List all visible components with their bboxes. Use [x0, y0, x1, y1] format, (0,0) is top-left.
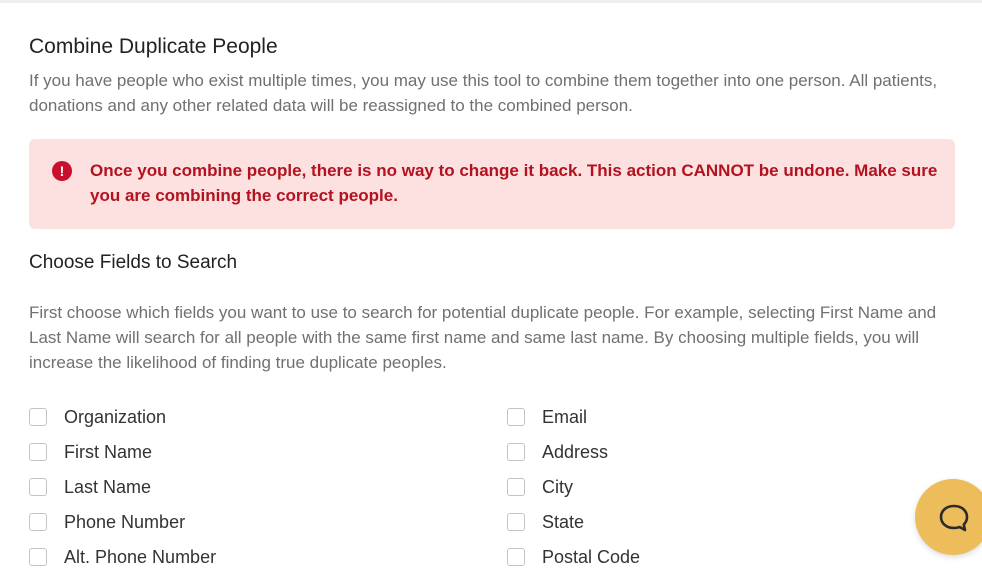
checkbox-email[interactable]: [507, 408, 525, 426]
checkbox-phone-number[interactable]: [29, 513, 47, 531]
chat-button[interactable]: [915, 479, 982, 555]
warning-text: Once you combine people, there is no way…: [90, 161, 938, 205]
checkbox-state[interactable]: [507, 513, 525, 531]
exclamation-circle-icon: !: [52, 161, 72, 181]
field-label: Phone Number: [64, 512, 186, 532]
page-intro: If you have people who exist multiple ti…: [29, 71, 938, 115]
section-title: Choose Fields to Search: [29, 252, 238, 273]
checkbox-address[interactable]: [507, 443, 525, 461]
checkbox-organization[interactable]: [29, 408, 47, 426]
chat-bubble-icon: [939, 504, 969, 532]
section-description: First choose which fields you want to us…: [29, 303, 937, 372]
checkbox-alt-phone-number[interactable]: [29, 548, 47, 566]
checkbox-last-name[interactable]: [29, 478, 47, 496]
field-label: Last Name: [64, 477, 152, 497]
checkbox-city[interactable]: [507, 478, 525, 496]
page-title: Combine Duplicate People: [29, 35, 278, 58]
field-label: Postal Code: [542, 547, 641, 567]
field-label: Alt. Phone Number: [64, 547, 217, 567]
checkbox-postal-code[interactable]: [507, 548, 525, 566]
field-label: Organization: [64, 407, 167, 427]
field-label: Email: [542, 407, 588, 427]
warning-alert: ! Once you combine people, there is no w…: [29, 139, 955, 229]
field-label: City: [542, 477, 573, 497]
top-divider: [0, 0, 982, 3]
field-label: State: [542, 512, 585, 532]
field-label: First Name: [64, 442, 153, 462]
field-label: Address: [542, 442, 609, 462]
checkbox-first-name[interactable]: [29, 443, 47, 461]
